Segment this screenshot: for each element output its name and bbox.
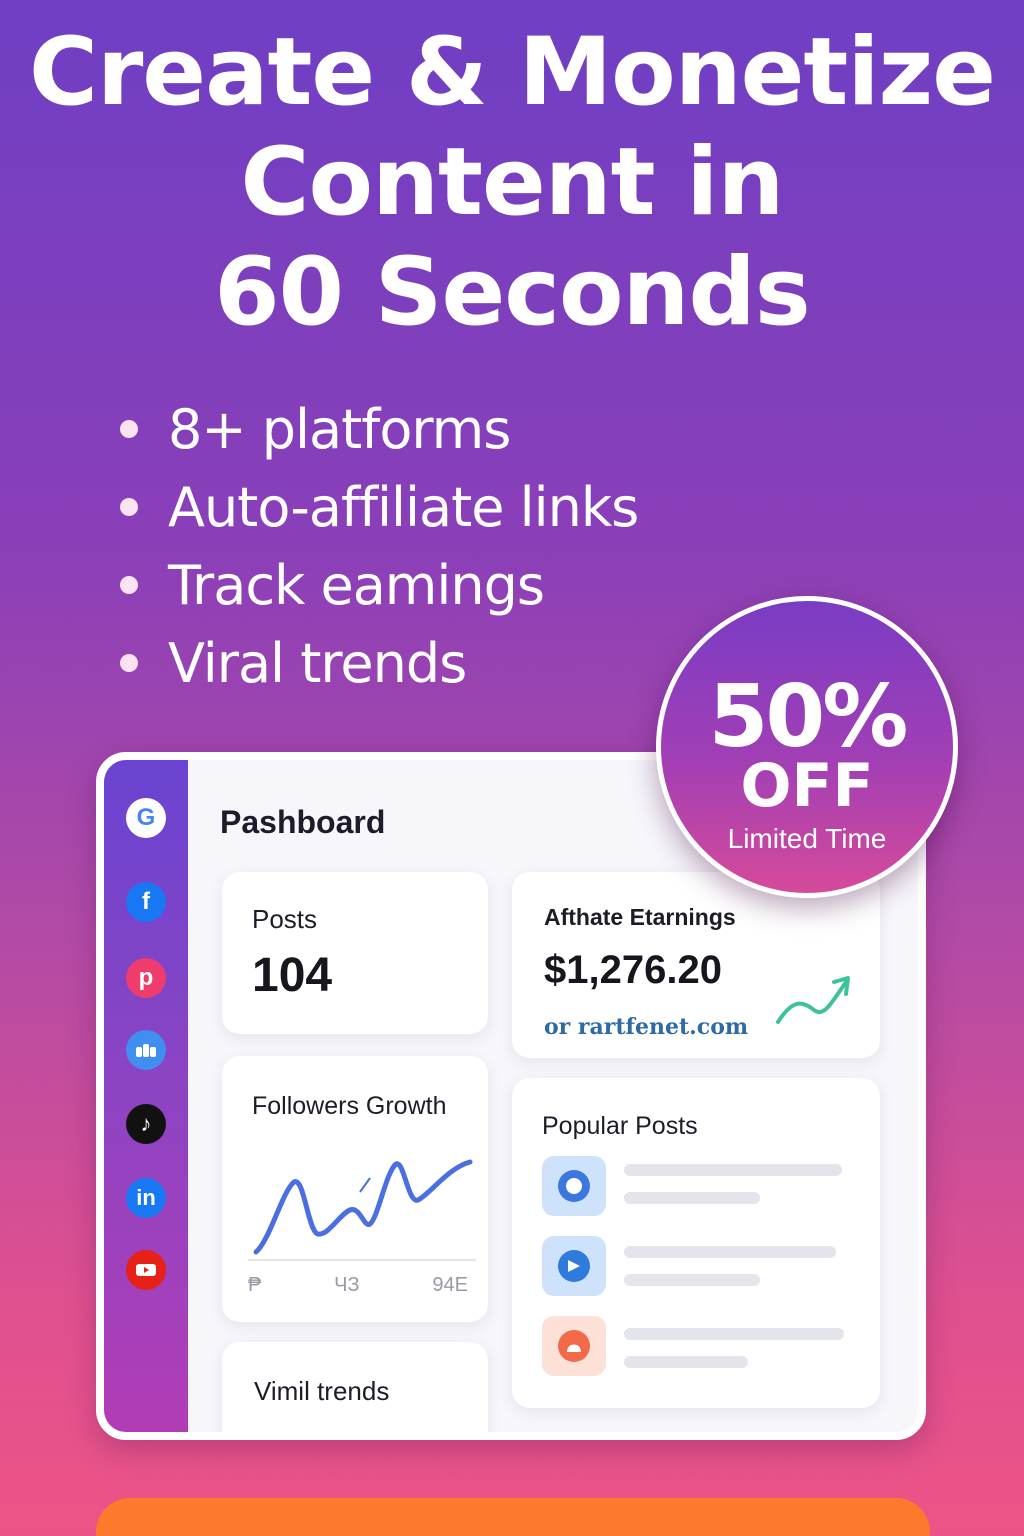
feature-item: Track eamings [120,546,638,624]
feature-label: Track eamings [168,553,545,617]
popular-post-item[interactable] [542,1316,862,1380]
discount-badge: 50% OFF Limited Time [656,596,958,898]
post-thumbnail-icon [542,1236,606,1296]
dashboard-title: Pashboard [220,804,386,840]
bullet-icon [120,576,138,594]
cta-button[interactable] [96,1498,930,1536]
earnings-card[interactable]: Afthate Etarnings $1,276.20 or rartfenet… [512,872,880,1058]
earnings-label: Afthate Etarnings [544,904,736,930]
axis-tick: ₱ [248,1274,262,1296]
posts-label: Posts [252,904,318,934]
headline-line-1: Create & Monetize [28,18,996,127]
headline-line-3: 60 Seconds [214,238,810,347]
headline-line-2: Content in [240,128,785,237]
axis-tick: ЧЗ [334,1274,360,1296]
bullet-icon [120,654,138,672]
followers-axis: ₱ ЧЗ 94E [248,1274,468,1297]
tiktok-icon[interactable]: ♪ [126,1104,166,1144]
bullet-icon [120,498,138,516]
pinterest-icon[interactable]: p [126,958,166,998]
feature-item: Viral trends [120,624,638,702]
followers-growth-card[interactable]: Followers Growth ₱ ЧЗ 94E [222,1056,488,1322]
popular-posts-card[interactable]: Popular Posts [512,1078,880,1408]
post-thumbnail-icon [542,1316,606,1376]
youtube-icon[interactable] [126,1250,166,1290]
discount-off: OFF [740,751,874,821]
popular-post-item[interactable] [542,1156,862,1220]
axis-tick: 94E [432,1274,468,1296]
viral-trends-card[interactable]: Vimil trends [222,1342,488,1432]
feature-item: 8+ platforms [120,390,638,468]
cloud-icon[interactable] [126,1030,166,1070]
popular-posts-label: Popular Posts [542,1112,698,1140]
trend-up-icon [776,976,850,1024]
bullet-icon [120,420,138,438]
earnings-site: or rartfenet.com [544,1014,749,1040]
post-thumbnail-icon [542,1156,606,1216]
google-icon[interactable]: G [126,798,166,838]
earnings-amount: $1,276.20 [544,948,722,992]
linkedin-icon[interactable]: in [126,1178,166,1218]
discount-note: Limited Time [727,823,887,854]
followers-growth-label: Followers Growth [252,1092,447,1120]
feature-label: Viral trends [168,631,467,695]
facebook-icon[interactable]: f [126,882,166,922]
feature-item: Auto-affiliate links [120,468,639,546]
viral-trends-label: Vimil trends [254,1376,390,1406]
popular-post-item[interactable] [542,1236,862,1300]
feature-label: 8+ platforms [168,397,511,461]
headline: Create & Monetize Content in 60 Seconds [0,18,1024,348]
posts-card[interactable]: Posts 104 [222,872,488,1034]
feature-label: Auto-affiliate links [168,475,639,539]
platform-rail: G f p ♪ in [104,760,188,1432]
posts-count: 104 [252,949,333,1002]
feature-list: 8+ platforms Auto-affiliate links Track … [120,390,639,702]
followers-growth-chart [248,1159,476,1261]
